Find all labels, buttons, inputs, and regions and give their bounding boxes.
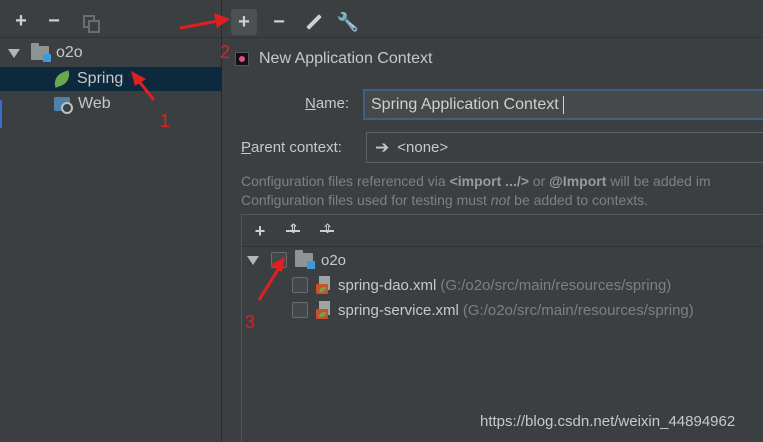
annotation-arrow-1 xyxy=(136,79,156,101)
annotation-arrow-2 xyxy=(179,19,219,30)
watermark-text: https://blog.csdn.net/weixin_44894962 xyxy=(480,413,736,430)
annotation-number-1: 1 xyxy=(160,111,171,131)
annotation-arrow-3 xyxy=(257,267,281,301)
annotation-arrows xyxy=(131,13,285,301)
annotation-number-3: 3 xyxy=(245,312,256,332)
annotation-number-2: 2 xyxy=(220,42,231,62)
